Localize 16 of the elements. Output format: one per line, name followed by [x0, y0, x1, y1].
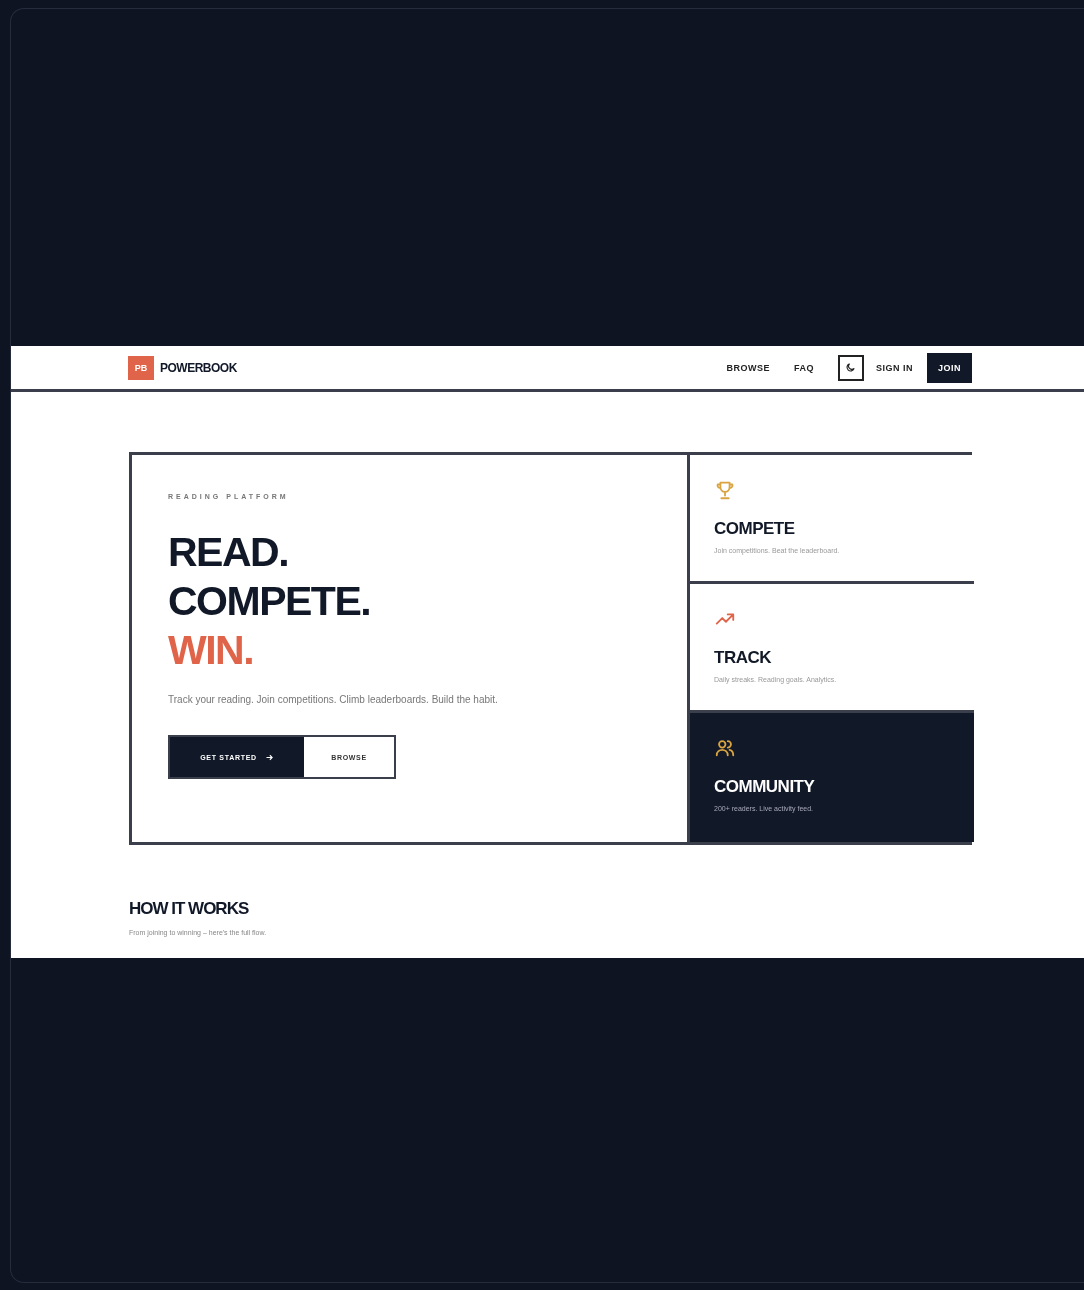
headline: WIN.: [168, 626, 255, 675]
moon-icon: [845, 362, 857, 373]
headline: READ.: [168, 528, 290, 577]
join-button[interactable]: JOIN: [927, 352, 972, 383]
nav-link[interactable]: FAQ: [793, 362, 814, 373]
theme-toggle-button[interactable]: [837, 354, 864, 381]
section-title: HOW IT WORKS: [129, 899, 250, 919]
brand-name: POWERBOOK: [160, 360, 237, 375]
hero-description: Track your reading. Join competitions. Climb leaderboards. Build the habit.: [168, 693, 499, 707]
feature-title: COMMUNITY: [714, 777, 816, 797]
arrow-right-icon: [264, 752, 274, 762]
nav-link[interactable]: BROWSE: [726, 362, 770, 373]
headline: COMPETE.: [168, 577, 372, 626]
feature-title: COMPETE: [714, 519, 796, 539]
feature-title: TRACK: [714, 648, 772, 668]
sign-in-link[interactable]: SIGN IN: [875, 362, 913, 373]
